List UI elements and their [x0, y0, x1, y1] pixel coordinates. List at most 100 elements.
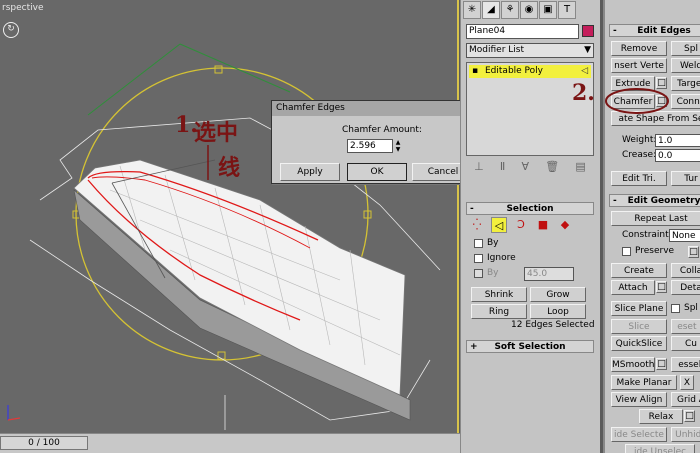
- loop-button[interactable]: Loop: [530, 304, 586, 319]
- vertex-mode-icon[interactable]: ⁛: [469, 217, 485, 233]
- modifier-stack[interactable]: ▪ Editable Poly ◁: [466, 62, 594, 156]
- slice-button[interactable]: Slice: [611, 319, 667, 334]
- by-angle-checkbox[interactable]: [474, 269, 483, 278]
- slice-plane-button[interactable]: Slice Plane: [611, 301, 667, 316]
- chamfer-amount-input[interactable]: 2.596: [347, 139, 393, 153]
- ring-button[interactable]: Ring: [471, 304, 527, 319]
- insert-vertex-button[interactable]: nsert Verte: [611, 58, 667, 73]
- utilities-tab-icon[interactable]: T: [558, 1, 576, 19]
- object-color-swatch[interactable]: [582, 25, 594, 37]
- modifier-list-dropdown[interactable]: Modifier List ▼: [466, 43, 594, 58]
- show-end-result-icon[interactable]: Ⅱ: [500, 160, 505, 176]
- gizmo-axis: [179, 43, 291, 93]
- polygon-mode-icon[interactable]: ■: [535, 217, 551, 233]
- expand-icon[interactable]: ▪: [472, 65, 478, 78]
- split-button[interactable]: Spl: [671, 41, 700, 56]
- grid-align-button[interactable]: Grid A: [671, 392, 700, 407]
- planar-x-button[interactable]: X: [680, 375, 694, 390]
- create-tab-icon[interactable]: ✳: [463, 1, 481, 19]
- edit-edges-rollout-header[interactable]: - Edit Edges: [609, 24, 700, 37]
- weight-input[interactable]: 1.0: [655, 134, 700, 147]
- time-slider[interactable]: 0 / 100: [0, 436, 88, 450]
- angle-input[interactable]: 45.0: [524, 267, 574, 281]
- split-checkbox[interactable]: [671, 304, 680, 313]
- chamfer-edges-dialog[interactable]: Chamfer Edges Chamfer Amount: 2.596 ▲ ▼ A…: [271, 100, 479, 184]
- edit-geometry-title: Edit Geometry: [627, 196, 700, 206]
- axis-tripod: [7, 417, 21, 421]
- stack-item-editable-poly[interactable]: ▪ Editable Poly ◁: [469, 65, 591, 78]
- constraints-dropdown[interactable]: None: [669, 229, 700, 242]
- dialog-title[interactable]: Chamfer Edges: [272, 101, 478, 116]
- apply-button[interactable]: Apply: [280, 163, 340, 181]
- relax-settings-icon[interactable]: □: [684, 410, 695, 422]
- crease-label: Crease:: [622, 150, 657, 160]
- hierarchy-tab-icon[interactable]: ⚘: [501, 1, 519, 19]
- repeat-last-button[interactable]: Repeat Last: [611, 211, 700, 226]
- remove-modifier-icon[interactable]: 🗑: [545, 160, 559, 176]
- view-align-button[interactable]: View Align: [611, 392, 667, 407]
- element-mode-icon[interactable]: ◆: [557, 217, 573, 233]
- ignore-backfacing-label: Ignore: [487, 253, 516, 263]
- command-tabs: ✳ ◢ ⚘ ◉ ▣ T: [463, 1, 576, 19]
- perspective-viewport[interactable]: rspective ↻ 1. 选中 线: [0, 0, 459, 433]
- edit-geometry-rollout-header[interactable]: - Edit Geometry: [609, 194, 700, 207]
- hide-unselected-button[interactable]: ide Unselec: [625, 444, 695, 453]
- configure-modifier-sets-icon[interactable]: ▤: [575, 160, 585, 176]
- by-vertex-checkbox[interactable]: [474, 239, 483, 248]
- collapse-icon: -: [613, 26, 617, 36]
- modify-tab-icon[interactable]: ◢: [482, 1, 500, 19]
- by-vertex-label: By: [487, 238, 499, 248]
- ok-button[interactable]: OK: [347, 163, 407, 181]
- detach-button[interactable]: Deta: [671, 280, 700, 295]
- command-panel: ✳ ◢ ⚘ ◉ ▣ T Plane04 Modifier List ▼ ▪ Ed…: [460, 0, 600, 453]
- subobject-selector: ⁛ ◁ Ɔ ■ ◆: [469, 217, 589, 233]
- selection-status: 12 Edges Selected: [511, 320, 595, 330]
- create-button[interactable]: Create: [611, 263, 667, 278]
- unhide-all-button[interactable]: Unhide: [671, 427, 700, 442]
- stack-toolbar: ⊥ Ⅱ ∀ 🗑 ▤: [466, 160, 594, 176]
- msmooth-settings-icon[interactable]: □: [656, 358, 667, 370]
- quickslice-button[interactable]: QuickSlice: [611, 336, 667, 351]
- crease-input[interactable]: 0.0: [655, 149, 700, 162]
- time-slider-bar[interactable]: 0 / 100: [0, 433, 460, 453]
- relax-button[interactable]: Relax: [639, 409, 683, 424]
- motion-tab-icon[interactable]: ◉: [520, 1, 538, 19]
- edge-mode-icon[interactable]: ◁: [491, 217, 507, 233]
- remove-button[interactable]: Remove: [611, 41, 667, 56]
- soft-selection-rollout-header[interactable]: + Soft Selection: [466, 340, 594, 353]
- make-unique-icon[interactable]: ∀: [522, 160, 530, 176]
- selection-rollout-header[interactable]: - Selection: [466, 202, 594, 215]
- ignore-backfacing-checkbox[interactable]: [474, 254, 483, 263]
- gizmo-handle: [214, 65, 223, 74]
- preserve-uvs-checkbox[interactable]: [622, 247, 631, 256]
- hide-selected-button[interactable]: ide Selecte: [611, 427, 667, 442]
- grow-button[interactable]: Grow: [530, 287, 586, 302]
- object-name-input[interactable]: Plane04: [466, 24, 579, 39]
- chamfer-amount-label: Chamfer Amount:: [342, 125, 422, 135]
- msmooth-button[interactable]: MSmooth: [611, 357, 655, 372]
- edit-tri-button[interactable]: Edit Tri.: [611, 171, 667, 186]
- annotation-ellipse: [605, 88, 669, 114]
- cut-button[interactable]: Cu: [671, 336, 700, 351]
- tessellate-button[interactable]: essell: [671, 357, 700, 372]
- attach-list-icon[interactable]: □: [656, 281, 667, 293]
- annotation-step2: 2.: [572, 80, 595, 106]
- collapse-button[interactable]: Colla: [671, 263, 700, 278]
- turn-button[interactable]: Tur: [671, 171, 700, 186]
- weld-button[interactable]: Weld: [671, 58, 700, 73]
- make-planar-button[interactable]: Make Planar: [611, 375, 677, 390]
- attach-button[interactable]: Attach: [611, 280, 655, 295]
- annotation-step1-text: 线: [218, 155, 241, 181]
- pin-stack-icon[interactable]: ⊥: [474, 160, 484, 176]
- shrink-button[interactable]: Shrink: [471, 287, 527, 302]
- edge-mode-icon: ◁: [581, 66, 588, 76]
- preserve-uvs-settings-icon[interactable]: □: [688, 246, 699, 258]
- chamfer-amount-spinner[interactable]: ▲ ▼: [394, 139, 402, 153]
- reset-plane-button[interactable]: eset P: [671, 319, 700, 334]
- scene-canvas[interactable]: [0, 0, 459, 433]
- display-tab-icon[interactable]: ▣: [539, 1, 557, 19]
- expand-icon: +: [470, 342, 478, 352]
- border-mode-icon[interactable]: Ɔ: [513, 217, 529, 233]
- collapse-icon: -: [470, 204, 474, 214]
- by-angle-label: By: [487, 268, 499, 278]
